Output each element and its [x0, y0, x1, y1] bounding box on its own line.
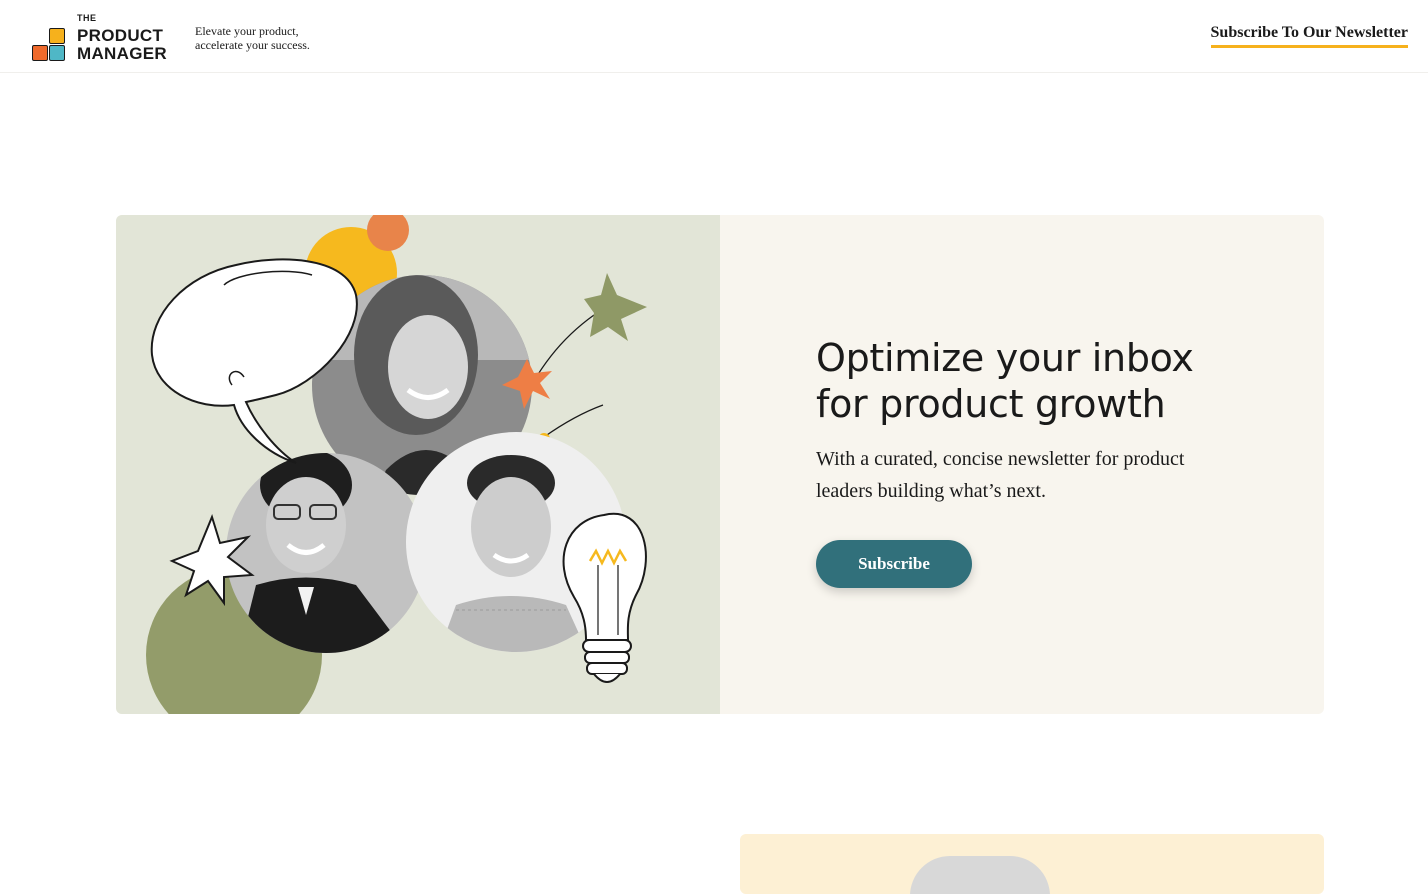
logo-product: PRODUCT — [77, 26, 164, 45]
logo[interactable]: THE PRODUCT MANAGER — [32, 14, 174, 64]
newsletter-subscribe-link[interactable]: Subscribe To Our Newsletter — [1210, 24, 1408, 48]
tagline-line-1: Elevate your product, — [195, 24, 299, 38]
logo-icon — [32, 28, 66, 62]
olive-star-icon — [584, 273, 647, 341]
subscribe-button[interactable]: Subscribe — [816, 540, 972, 588]
lightbulb-icon — [562, 512, 647, 683]
logo-manager: MANAGER — [77, 44, 167, 63]
trail-line-2 — [543, 404, 604, 438]
hero-card: Optimize your inbox for product growth W… — [116, 215, 1324, 714]
tagline: Elevate your product, accelerate your su… — [195, 24, 310, 52]
hero-title: Optimize your inbox for product growth — [816, 335, 1256, 427]
site-header: THE PRODUCT MANAGER Elevate your product… — [0, 0, 1428, 73]
hero-content: Optimize your inbox for product growth W… — [816, 335, 1256, 507]
tagline-line-2: accelerate your success. — [195, 38, 310, 52]
hero-title-line-2: for product growth — [816, 382, 1166, 426]
logo-wordmark: THE PRODUCT MANAGER — [77, 14, 167, 63]
hero-subtitle: With a curated, concise newsletter for p… — [816, 448, 1185, 502]
hero-illustration — [116, 215, 720, 714]
hero-illustration-svg — [146, 215, 647, 714]
hero-title-line-1: Optimize your inbox — [816, 336, 1194, 380]
next-section-card — [740, 834, 1324, 894]
logo-the: THE — [77, 13, 97, 23]
next-section-image — [910, 856, 1050, 894]
